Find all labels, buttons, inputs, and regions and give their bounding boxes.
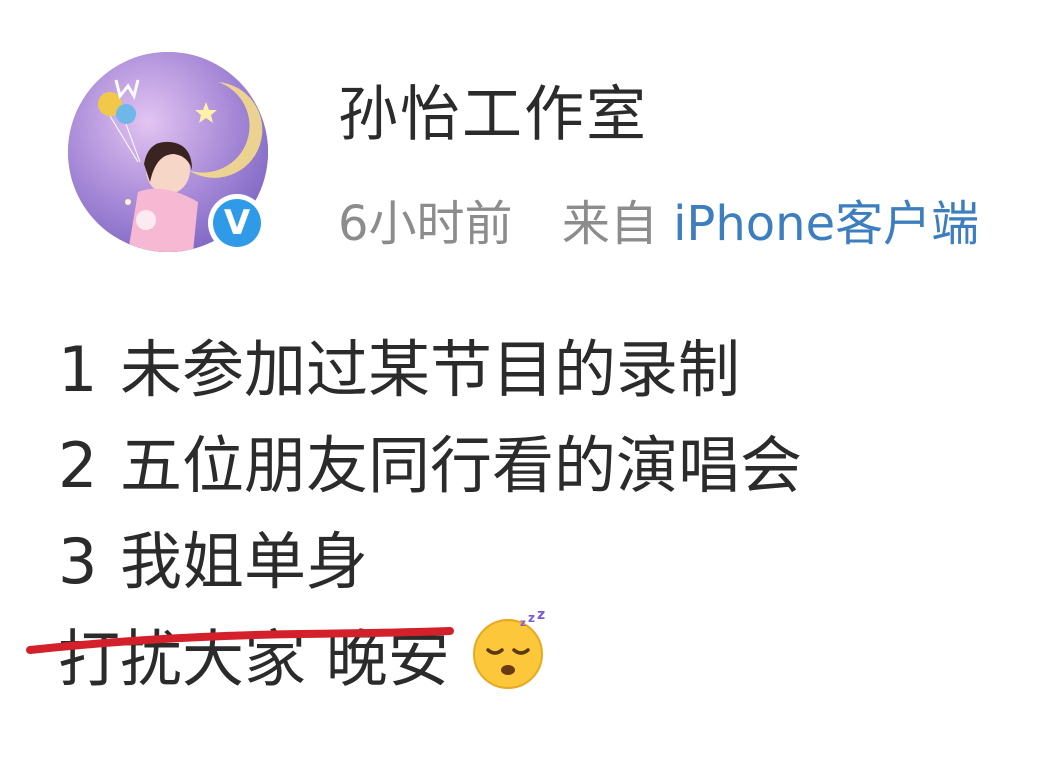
verified-icon: V <box>213 199 261 247</box>
weibo-post: V 孙怡工作室 6小时前 来自 iPhone客户端 1 未参加过某节目的录制 2五… <box>0 0 1050 771</box>
avatar-container[interactable]: V <box>68 52 268 252</box>
list-item-text: 五位朋友同行看的演唱会 <box>120 429 803 502</box>
post-time: 6小时前 <box>338 196 513 252</box>
closing-text: 打扰大家 晚安 <box>58 622 450 696</box>
sleeping-face-icon: z z z <box>468 607 548 717</box>
post-content: 1 未参加过某节目的录制 2 五位朋友同行看的演唱会 3 我姐单身 打扰大家 晚安 z… <box>58 322 802 706</box>
source-client-link[interactable]: iPhone客户端 <box>673 196 979 252</box>
svg-text:z: z <box>537 610 545 623</box>
list-item: 2 五位朋友同行看的演唱会 <box>58 418 802 514</box>
list-item-text: 未参加过某节目的录制 <box>120 333 741 406</box>
list-item-number: 2 <box>58 429 98 502</box>
svg-text:z: z <box>528 611 535 625</box>
svg-text:z: z <box>520 618 526 629</box>
list-item-text: 我姐单身 <box>120 525 369 598</box>
account-name[interactable]: 孙怡工作室 <box>338 66 648 153</box>
list-item: 1 未参加过某节目的录制 <box>58 322 802 418</box>
post-meta: 6小时前 来自 iPhone客户端 <box>338 184 1050 254</box>
verified-badge: V <box>208 194 266 252</box>
closing-line: 打扰大家 晚安 z z z <box>58 607 802 706</box>
list-item: 3 我姐单身 <box>58 514 802 610</box>
list-item-number: 3 <box>58 525 98 598</box>
list-item-number: 1 <box>58 333 98 406</box>
source-prefix: 来自 <box>561 196 658 252</box>
